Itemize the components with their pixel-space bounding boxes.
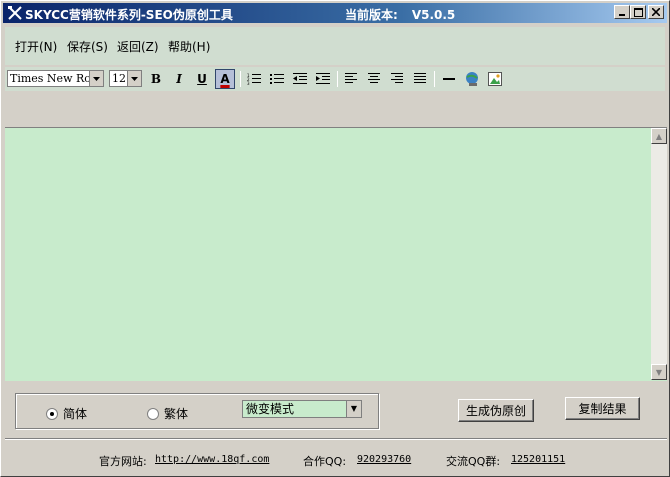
footer-bar: 官方网站: http://www.18qf.com 合作QQ: 92029376… bbox=[5, 438, 667, 472]
radio-dot bbox=[147, 407, 159, 420]
radio-simplified-label: 简体 bbox=[63, 407, 88, 421]
close-button[interactable] bbox=[648, 5, 664, 19]
copy-result-button[interactable]: 复制结果 bbox=[565, 397, 640, 420]
bullet-list-icon bbox=[270, 74, 284, 84]
chevron-down-icon: ▼ bbox=[346, 401, 361, 417]
generate-button[interactable]: 生成伪原创 bbox=[458, 399, 534, 422]
version-label: 当前版本: bbox=[345, 8, 398, 22]
radio-traditional-label: 繁体 bbox=[164, 407, 189, 421]
window-title: SKYCC营销软件系列-SEO伪原创工具 bbox=[25, 8, 233, 22]
format-toolbar: Times New Rom 12 B I U A 123 bbox=[5, 67, 665, 91]
title-bar[interactable]: SKYCC营销软件系列-SEO伪原创工具 当前版本: V5.0.5 bbox=[3, 3, 667, 23]
chevron-down-icon bbox=[127, 71, 141, 86]
align-left-icon bbox=[345, 73, 357, 83]
radio-dot bbox=[46, 407, 58, 420]
qq-value[interactable]: 920293760 bbox=[357, 454, 411, 465]
font-size-select[interactable]: 12 bbox=[109, 70, 142, 87]
vertical-scrollbar[interactable]: ▲ ▼ bbox=[651, 128, 667, 380]
font-size-value: 12 bbox=[112, 72, 126, 85]
ordered-list-icon: 123 bbox=[247, 73, 261, 85]
menu-back[interactable]: 返回(Z) bbox=[117, 38, 159, 55]
menu-save[interactable]: 保存(S) bbox=[67, 38, 108, 55]
outdent-button[interactable] bbox=[290, 69, 310, 89]
globe-link-icon bbox=[466, 72, 478, 86]
editor-area[interactable]: ▲ ▼ bbox=[5, 127, 667, 381]
site-link[interactable]: http://www.18qf.com bbox=[155, 454, 269, 465]
toolbar-spacer bbox=[5, 91, 665, 127]
bold-button[interactable]: B bbox=[146, 69, 166, 89]
italic-button[interactable]: I bbox=[169, 69, 189, 89]
font-color-button[interactable]: A bbox=[215, 69, 235, 89]
tools-icon bbox=[8, 6, 22, 20]
qq-group-value[interactable]: 125201151 bbox=[511, 454, 565, 465]
chevron-down-icon bbox=[89, 71, 103, 86]
scroll-down-button[interactable]: ▼ bbox=[651, 364, 667, 380]
qq-group-label: 交流QQ群: bbox=[446, 455, 501, 468]
image-icon bbox=[488, 72, 502, 86]
maximize-button[interactable] bbox=[630, 5, 646, 19]
minimize-icon bbox=[619, 14, 625, 16]
insert-image-button[interactable] bbox=[485, 69, 505, 89]
font-family-value: Times New Rom bbox=[10, 72, 102, 85]
toolbar-separator bbox=[240, 71, 241, 87]
insert-link-button[interactable] bbox=[462, 69, 482, 89]
align-center-icon bbox=[368, 73, 380, 83]
toolbar-separator bbox=[337, 71, 338, 87]
align-center-button[interactable] bbox=[364, 69, 384, 89]
options-group: 简体 繁体 微变模式 ▼ bbox=[15, 393, 379, 429]
menu-open[interactable]: 打开(N) bbox=[15, 38, 57, 55]
menu-help[interactable]: 帮助(H) bbox=[168, 38, 210, 55]
arrow-up-icon: ▲ bbox=[655, 131, 663, 141]
svg-text:3: 3 bbox=[247, 81, 250, 85]
version-value: V5.0.5 bbox=[411, 8, 456, 22]
font-family-select[interactable]: Times New Rom bbox=[7, 70, 104, 87]
radio-simplified[interactable]: 简体 bbox=[46, 405, 87, 422]
menu-bar: 打开(N) 保存(S) 返回(Z) 帮助(H) bbox=[5, 27, 665, 65]
version-info: 当前版本: V5.0.5 bbox=[345, 6, 455, 23]
align-right-button[interactable] bbox=[387, 69, 407, 89]
toolbar-separator bbox=[434, 71, 435, 87]
align-justify-icon bbox=[414, 73, 426, 83]
arrow-down-icon: ▼ bbox=[655, 367, 663, 377]
radio-traditional[interactable]: 繁体 bbox=[147, 405, 188, 422]
underline-button[interactable]: U bbox=[192, 69, 212, 89]
outdent-icon bbox=[293, 73, 307, 84]
indent-button[interactable] bbox=[313, 69, 333, 89]
scroll-up-button[interactable]: ▲ bbox=[651, 128, 667, 144]
site-label: 官方网站: bbox=[99, 455, 147, 468]
bullet-list-button[interactable] bbox=[267, 69, 287, 89]
minimize-button[interactable] bbox=[614, 5, 630, 19]
app-window: SKYCC营销软件系列-SEO伪原创工具 当前版本: V5.0.5 打开(N) 保… bbox=[0, 0, 670, 477]
close-icon bbox=[652, 8, 660, 16]
qq-label: 合作QQ: bbox=[303, 455, 347, 468]
align-justify-button[interactable] bbox=[410, 69, 430, 89]
horizontal-rule-icon bbox=[443, 78, 455, 80]
horizontal-rule-button[interactable] bbox=[439, 69, 459, 89]
maximize-icon bbox=[633, 7, 643, 17]
mode-select[interactable]: 微变模式 ▼ bbox=[242, 400, 362, 418]
align-left-button[interactable] bbox=[341, 69, 361, 89]
ordered-list-button[interactable]: 123 bbox=[244, 69, 264, 89]
indent-icon bbox=[316, 73, 330, 84]
align-right-icon bbox=[391, 73, 403, 83]
mode-select-value: 微变模式 bbox=[246, 402, 295, 416]
